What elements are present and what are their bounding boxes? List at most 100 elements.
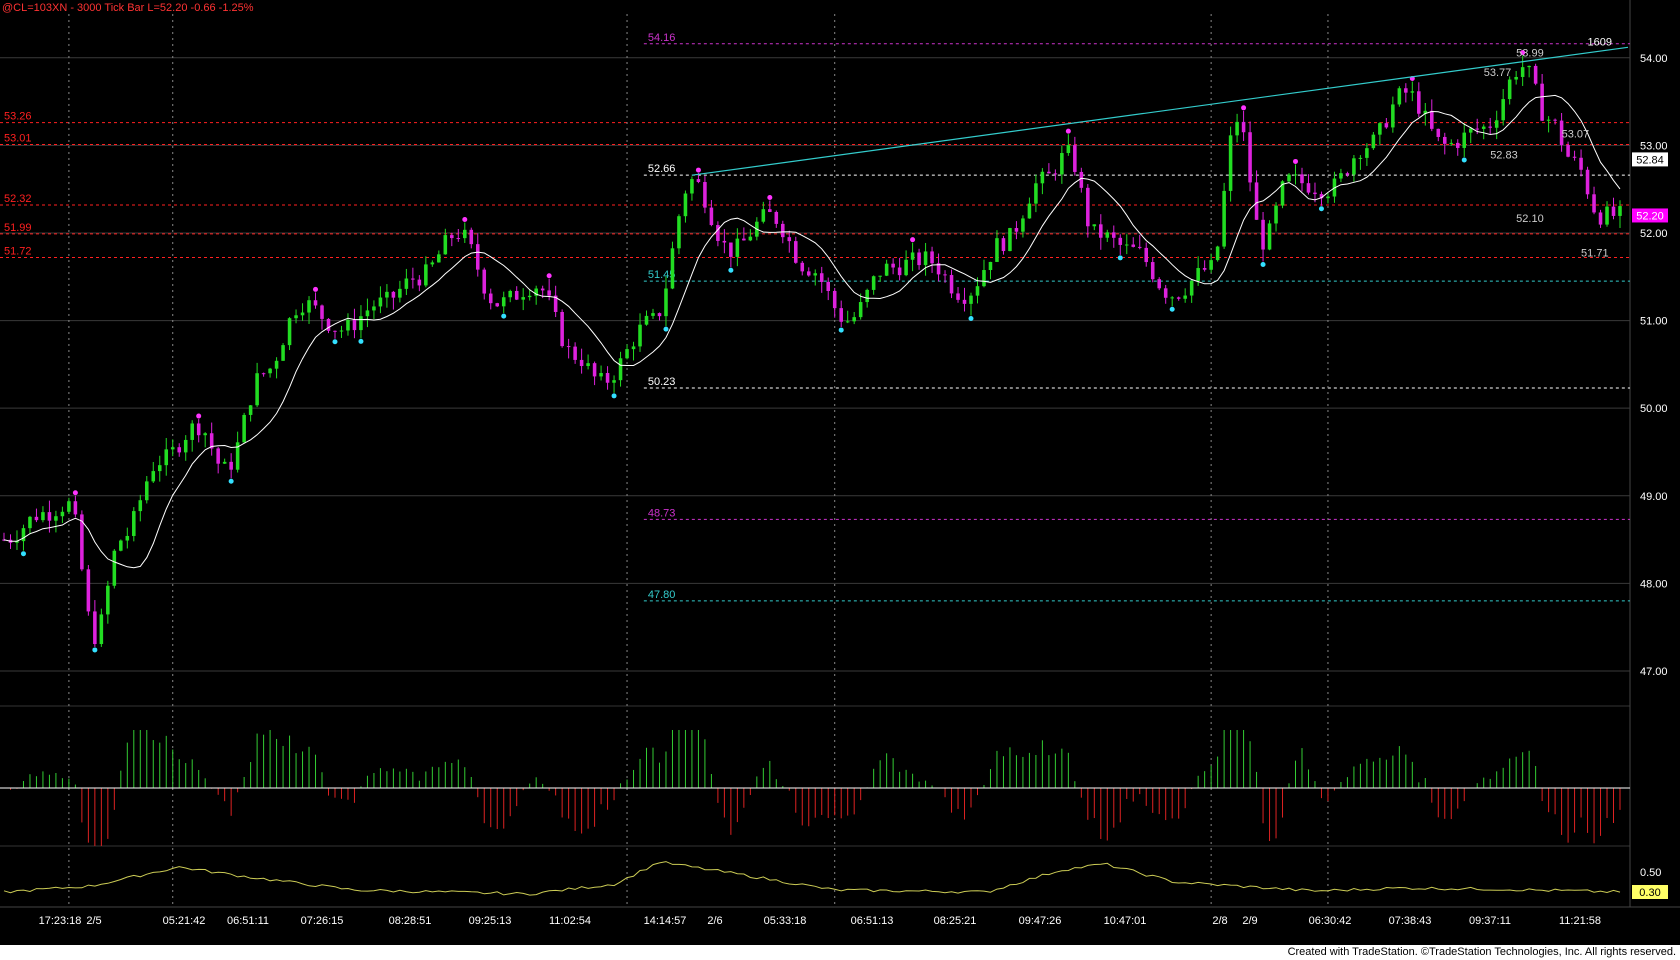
- candle-body: [222, 461, 227, 464]
- candle-body: [761, 209, 766, 222]
- candle-body: [1404, 88, 1408, 93]
- candle-body: [339, 330, 344, 332]
- swing-high-marker: [72, 490, 78, 496]
- candle-body: [352, 319, 357, 331]
- candle-body: [1579, 157, 1583, 170]
- price-chart[interactable]: 54.1653.2653.0152.6652.3251.9951.7251.45…: [0, 0, 1680, 960]
- candle-body: [1047, 171, 1051, 174]
- level-label: 53.01: [4, 133, 32, 145]
- candle-body: [1209, 260, 1213, 270]
- candle-body: [800, 262, 805, 272]
- candle-body: [703, 182, 707, 208]
- candle-body: [385, 291, 389, 298]
- candle-body: [359, 316, 363, 331]
- candle-body: [664, 288, 668, 317]
- x-tick-label: 2/6: [707, 915, 722, 927]
- candle-body: [605, 373, 610, 383]
- candle-body: [651, 313, 655, 316]
- swing-low-marker: [1260, 262, 1266, 268]
- candle-body: [1326, 196, 1330, 199]
- candle-body: [1313, 192, 1317, 195]
- candle-body: [1261, 219, 1265, 250]
- y-tick-label: 53.00: [1640, 140, 1668, 152]
- x-tick-label: 09:47:26: [1019, 915, 1062, 927]
- candle-body: [819, 273, 824, 282]
- y-tick-label: 48.00: [1640, 578, 1668, 590]
- candle-body: [657, 313, 662, 317]
- candle-body: [677, 216, 681, 249]
- swing-low-marker: [92, 647, 98, 653]
- x-tick-label: 17:23:18: [39, 915, 82, 927]
- swing-high-marker: [196, 413, 202, 419]
- x-tick-label: 14:14:57: [644, 915, 687, 927]
- candle-body: [372, 306, 376, 311]
- y-tick-label: 51.00: [1640, 316, 1668, 328]
- y-tick-label: 47.00: [1640, 666, 1668, 678]
- candle-body: [450, 235, 454, 239]
- candle-body: [99, 614, 104, 645]
- candle-body: [949, 275, 954, 294]
- candle-body: [437, 254, 441, 263]
- level-label: 48.73: [648, 507, 676, 519]
- candle-body: [248, 405, 253, 415]
- annotation-label: 53.07: [1562, 128, 1590, 140]
- level-label: 54.16: [648, 32, 676, 44]
- candle-body: [1274, 205, 1278, 224]
- change-pct-label: -1.25%: [218, 2, 254, 14]
- candle-body: [1442, 136, 1447, 144]
- candle-body: [1481, 126, 1486, 129]
- candle-body: [1572, 156, 1577, 158]
- candle-body: [508, 290, 512, 298]
- candle-body: [865, 289, 869, 303]
- candle-body: [1371, 134, 1376, 149]
- candle-body: [768, 209, 772, 212]
- candle-body: [781, 223, 785, 238]
- candle-body: [1384, 123, 1389, 128]
- candle-body: [313, 300, 318, 306]
- candle-body: [1202, 268, 1207, 270]
- candle-body: [514, 290, 519, 300]
- x-tick-label: 06:51:13: [851, 915, 894, 927]
- candle-body: [832, 290, 837, 309]
- swing-high-marker: [1241, 105, 1247, 111]
- candle-body: [1352, 158, 1356, 175]
- candle-body: [612, 380, 616, 383]
- candle-body: [138, 500, 143, 512]
- candle-body: [1475, 128, 1479, 130]
- swing-low-marker: [1169, 306, 1175, 312]
- y-tick-label: 49.00: [1640, 491, 1668, 503]
- x-tick-label: 07:38:43: [1389, 915, 1432, 927]
- x-tick-label: 06:51:11: [227, 915, 269, 927]
- candle-body: [1189, 280, 1194, 296]
- candle-body: [1170, 297, 1174, 299]
- swing-high-marker: [1065, 128, 1071, 134]
- annotation-label: 52.10: [1516, 213, 1544, 225]
- candle-body: [183, 439, 188, 453]
- candle-body: [216, 448, 220, 464]
- annotation-label: 53.77: [1484, 67, 1512, 79]
- candle-body: [255, 373, 259, 406]
- candle-body: [1397, 88, 1402, 105]
- candle-body: [774, 211, 779, 224]
- candle-body: [793, 241, 798, 263]
- candle-body: [839, 308, 843, 322]
- swing-low-marker: [1318, 206, 1324, 212]
- candle-body: [1488, 126, 1492, 128]
- candle-body: [1112, 232, 1116, 238]
- candle-body: [1527, 65, 1531, 68]
- candle-body: [683, 193, 688, 217]
- level-label: 52.66: [648, 163, 676, 175]
- candle-body: [787, 237, 792, 242]
- candle-body: [560, 311, 564, 347]
- candle-body: [923, 251, 928, 266]
- candle-body: [1611, 206, 1616, 216]
- candle-body: [884, 263, 889, 276]
- candle-body: [579, 359, 584, 367]
- candle-body: [1507, 79, 1512, 100]
- candle-body: [1099, 224, 1103, 238]
- candle-body: [261, 373, 266, 375]
- candle-body: [969, 295, 973, 304]
- candle-body: [1546, 119, 1551, 121]
- last-price-badge: 52.84: [1636, 154, 1664, 166]
- candle-body: [1092, 224, 1097, 227]
